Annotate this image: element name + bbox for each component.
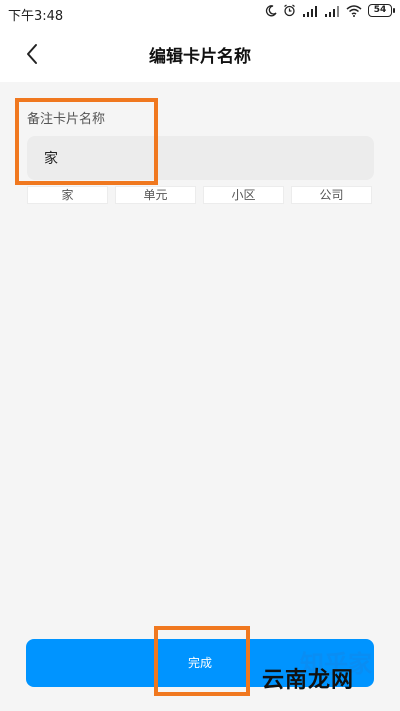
suggestion-chip-unit[interactable]: 单元 [115,186,196,204]
status-time: 下午3:48 [8,9,64,24]
suggestion-chips: 家 单元 小区 公司 [27,186,374,204]
signal-hd-icon [303,5,317,17]
suggestion-chip-company[interactable]: 公司 [291,186,372,204]
page-title: 编辑卡片名称 [149,47,251,67]
battery-level: 54 [373,5,387,15]
moon-icon [265,4,277,16]
suggestion-chip-community[interactable]: 小区 [203,186,284,204]
wifi-icon [346,4,362,17]
suggestion-chip-home[interactable]: 家 [27,186,108,204]
status-bar: 下午3:48 54 [0,0,400,26]
header: 编辑卡片名称 [0,26,400,82]
watermark-logo: 云南龙网 [262,668,355,693]
signal-hd-icon [325,5,339,17]
battery-icon: 54 [368,4,395,17]
card-name-input[interactable] [27,136,374,180]
alarm-icon [284,4,295,17]
field-label: 备注卡片名称 [27,112,106,127]
status-icons: 54 [265,4,395,17]
